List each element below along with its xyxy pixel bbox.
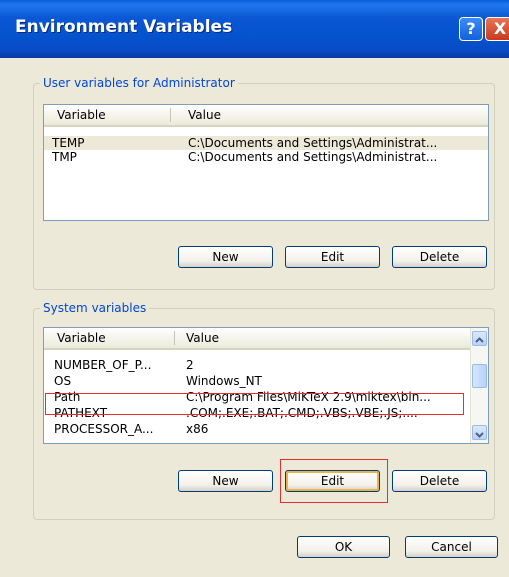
variable-name: PROCESSOR_A... xyxy=(54,422,154,436)
user-variables-label: User variables for Administrator xyxy=(40,76,238,90)
list-header: Variable Value xyxy=(44,328,488,350)
user-new-button[interactable]: New xyxy=(178,246,273,268)
vertical-scrollbar[interactable] xyxy=(470,328,488,443)
variable-value: x86 xyxy=(186,422,209,436)
column-divider[interactable] xyxy=(170,108,171,122)
list-header: Variable Value xyxy=(44,105,488,127)
list-item[interactable]: NUMBER_OF_P... 2 xyxy=(44,358,471,372)
column-divider[interactable] xyxy=(174,331,175,345)
chevron-down-icon xyxy=(475,432,484,438)
chevron-up-icon xyxy=(475,337,484,343)
column-variable[interactable]: Variable xyxy=(57,331,106,345)
title-bar[interactable]: Environment Variables ? X xyxy=(0,0,509,58)
list-item[interactable]: TMP C:\Documents and Settings\Administra… xyxy=(44,150,488,164)
system-new-button[interactable]: New xyxy=(178,470,273,492)
help-button[interactable]: ? xyxy=(459,17,483,41)
variable-name: NUMBER_OF_P... xyxy=(54,358,152,372)
variable-name: OS xyxy=(54,374,72,388)
scroll-thumb[interactable] xyxy=(472,364,487,388)
list-item[interactable]: PROCESSOR_A... x86 xyxy=(44,422,471,436)
scroll-up-button[interactable] xyxy=(472,331,487,346)
system-variables-label: System variables xyxy=(40,301,150,315)
variable-name: TEMP xyxy=(52,136,85,150)
cancel-button[interactable]: Cancel xyxy=(405,536,498,558)
column-value[interactable]: Value xyxy=(186,331,219,345)
variable-value: C:\Documents and Settings\Administrat... xyxy=(188,136,438,150)
list-item[interactable]: OS Windows_NT xyxy=(44,374,471,388)
close-button[interactable]: X xyxy=(485,17,509,41)
list-item[interactable]: TEMP C:\Documents and Settings\Administr… xyxy=(44,136,488,150)
user-variables-list[interactable]: Variable Value TEMP C:\Documents and Set… xyxy=(43,104,489,221)
edit-button-highlight xyxy=(280,459,388,503)
system-variables-list[interactable]: Variable Value NUMBER_OF_P... 2 OS Windo… xyxy=(43,327,489,444)
scroll-down-button[interactable] xyxy=(472,425,487,440)
column-value[interactable]: Value xyxy=(188,108,221,122)
window-title: Environment Variables xyxy=(15,17,233,37)
variable-value: C:\Documents and Settings\Administrat... xyxy=(188,150,438,164)
variable-value: Windows_NT xyxy=(186,374,262,388)
user-delete-button[interactable]: Delete xyxy=(392,246,487,268)
variable-name: TMP xyxy=(52,150,77,164)
path-row-highlight xyxy=(45,393,464,415)
variable-value: 2 xyxy=(186,358,194,372)
ok-button[interactable]: OK xyxy=(297,536,390,558)
environment-variables-dialog: Environment Variables ? X User variables… xyxy=(0,0,509,577)
user-edit-button[interactable]: Edit xyxy=(285,246,380,268)
system-delete-button[interactable]: Delete xyxy=(392,470,487,492)
column-variable[interactable]: Variable xyxy=(57,108,106,122)
